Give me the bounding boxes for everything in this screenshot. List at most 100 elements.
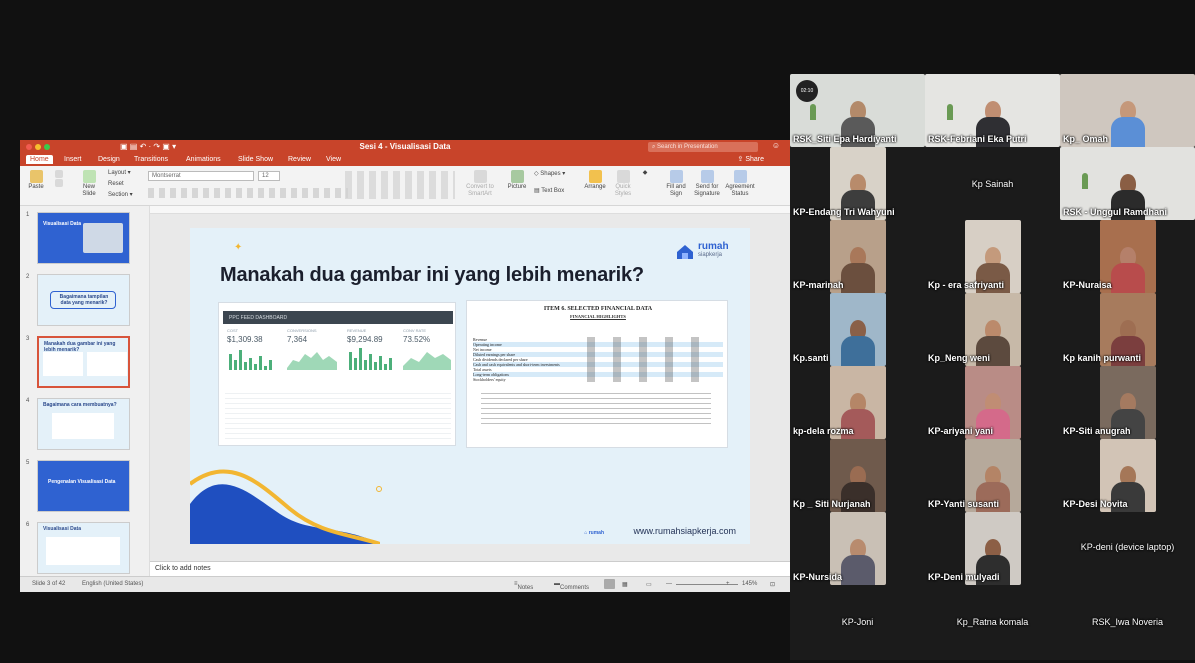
- participant-name: Kp _ Siti Nurjanah: [793, 499, 871, 509]
- zoom-level[interactable]: 145%: [742, 581, 757, 587]
- fit-to-window-icon[interactable]: ⊡: [770, 581, 775, 588]
- fill-and-sign-button[interactable]: Fill and Sign: [664, 170, 688, 198]
- participant-tile-no-video[interactable]: KP-deni (device laptop): [1060, 512, 1195, 585]
- new-slide-button[interactable]: New Slide: [78, 170, 100, 198]
- participant-tile-no-video[interactable]: Kp Sainah: [925, 147, 1060, 220]
- comments-toggle[interactable]: ▬ Comments: [554, 581, 589, 591]
- financial-title: ITEM 6. SELECTED FINANCIAL DATA: [543, 306, 653, 312]
- zoom-out-icon[interactable]: —: [666, 581, 672, 587]
- participant-tile[interactable]: KP-marinah: [790, 220, 925, 293]
- participant-tile[interactable]: kp-dela rozma: [790, 366, 925, 439]
- participant-tile-no-video[interactable]: RSK_Iwa Noveria: [1060, 585, 1195, 658]
- slide-thumbnails-pane[interactable]: 1 Visualisasi Data 2 Bagaimana tampilan …: [20, 206, 150, 576]
- share-button[interactable]: ⇪ Share: [738, 155, 765, 163]
- slide-thumbnail[interactable]: Bagaimana cara membuatnya?: [37, 398, 130, 450]
- thumb-title: Bagaimana cara membuatnya?: [43, 402, 117, 408]
- current-slide[interactable]: ✦ rumah siapkerja Manakah dua gambar ini…: [190, 228, 750, 544]
- picture-button[interactable]: Picture: [506, 170, 528, 191]
- section-button[interactable]: Section ▾: [108, 192, 133, 199]
- participant-tile[interactable]: RSK - Unggul Ramdhani: [1060, 147, 1195, 220]
- share-label: Share: [745, 156, 764, 163]
- kpi-label: CONVERSIONS: [287, 328, 317, 333]
- tab-review[interactable]: Review: [284, 155, 315, 164]
- participant-tile[interactable]: Kp - era safriyanti: [925, 220, 1060, 293]
- tab-transitions[interactable]: Transitions: [130, 155, 172, 164]
- participant-name: KP-Desi Novita: [1063, 499, 1128, 509]
- participant-tile-no-video[interactable]: Kp_Ratna komala: [925, 585, 1060, 658]
- thumb-title: Bagaimana tampilan data yang menarik?: [59, 294, 109, 306]
- financial-subtitle: FINANCIAL HIGHLIGHTS: [570, 314, 626, 319]
- participant-tile[interactable]: RSK-Febriani Eka Putri: [925, 74, 1060, 147]
- section-label: Section: [108, 192, 129, 198]
- thumb-number: 2: [26, 274, 30, 280]
- font-name-select[interactable]: Montserrat: [148, 171, 254, 181]
- participant-name: KP-Nursida: [793, 572, 843, 582]
- paragraph-buttons[interactable]: [345, 171, 455, 199]
- font-size-value: 12: [262, 173, 269, 179]
- participant-tile[interactable]: Kp_ Omah: [1060, 74, 1195, 147]
- reset-button[interactable]: Reset: [108, 181, 124, 188]
- slide-sorter-icon[interactable]: ▦: [622, 581, 628, 588]
- tab-design[interactable]: Design: [94, 155, 124, 164]
- tab-view[interactable]: View: [322, 155, 345, 164]
- participant-name: KP-Nuraisa: [1063, 280, 1112, 290]
- slide-thumbnail[interactable]: Visualisasi Data: [37, 522, 130, 574]
- language-indicator[interactable]: English (United States): [82, 581, 143, 587]
- participant-name: RSK_Iwa Noveria: [1091, 617, 1164, 627]
- kpi-label: CONV RATE: [403, 328, 427, 333]
- participant-tile[interactable]: KP-Nuraisa: [1060, 220, 1195, 293]
- layout-button[interactable]: Layout ▾: [108, 170, 131, 177]
- font-size-select[interactable]: 12: [258, 171, 280, 181]
- participant-tile[interactable]: Kp_Neng weni: [925, 293, 1060, 366]
- slide-thumbnail[interactable]: Visualisasi Data: [37, 212, 130, 264]
- participant-tile[interactable]: KP-Siti anugrah: [1060, 366, 1195, 439]
- participant-tile[interactable]: KP-Desi Novita: [1060, 439, 1195, 512]
- slide-thumbnail-selected[interactable]: Manakah dua gambar ini yang lebih menari…: [37, 336, 130, 388]
- normal-view-icon[interactable]: [604, 579, 615, 589]
- notes-toggle[interactable]: ≡ Notes: [514, 581, 533, 591]
- shapes-button[interactable]: ◇ Shapes ▾: [534, 171, 565, 178]
- participant-tile[interactable]: KP-Yanti susanti: [925, 439, 1060, 512]
- fill-color-icon[interactable]: ◆: [640, 170, 650, 177]
- kpi-bars-revenue: [349, 348, 392, 370]
- participant-name: KP-ariyani yani: [928, 426, 994, 436]
- participant-tile[interactable]: Kp kanih purwanti: [1060, 293, 1195, 366]
- search-in-presentation[interactable]: ⌕ Search in Presentation: [648, 142, 758, 152]
- agreement-status-button[interactable]: Agreement Status: [724, 170, 756, 198]
- text-box-button[interactable]: ▤ Text Box: [534, 188, 564, 195]
- participant-tile[interactable]: 02:10 RSK_Siti Epa Hardiyanti: [790, 74, 925, 147]
- text-format-buttons[interactable]: [148, 188, 348, 198]
- footer-url: www.rumahsiapkerja.com: [633, 526, 736, 536]
- agreement-icon: [733, 170, 747, 183]
- tab-home[interactable]: Home: [26, 155, 53, 164]
- notes-pane[interactable]: Click to add notes: [150, 561, 790, 576]
- reading-view-icon[interactable]: ▭: [646, 581, 652, 588]
- tab-insert[interactable]: Insert: [60, 155, 86, 164]
- pen-icon: [669, 170, 683, 183]
- participant-tile[interactable]: KP-Endang Tri Wahyuni: [790, 147, 925, 220]
- participant-tile[interactable]: KP-Deni mulyadi: [925, 512, 1060, 585]
- zoom-in-icon[interactable]: +: [726, 581, 730, 587]
- layout-label: Layout: [108, 170, 127, 176]
- participant-tile[interactable]: Kp.santi: [790, 293, 925, 366]
- arrange-button[interactable]: Arrange: [584, 170, 606, 191]
- participant-tile-no-video[interactable]: KP-Joni: [790, 585, 925, 658]
- quick-styles-button[interactable]: Quick Styles: [612, 170, 634, 198]
- participant-tile[interactable]: KP-ariyani yani: [925, 366, 1060, 439]
- paste-button[interactable]: Paste: [26, 170, 46, 191]
- footer-brand: rumah: [588, 530, 604, 536]
- slide-thumbnail[interactable]: Pengenalan Visualisasi Data: [37, 460, 130, 512]
- tab-slide-show[interactable]: Slide Show: [234, 155, 277, 164]
- convert-smartart-button[interactable]: Convert to SmartArt: [464, 170, 496, 198]
- account-icon[interactable]: ☺: [772, 141, 780, 150]
- slide-thumbnail[interactable]: Bagaimana tampilan data yang menarik?: [37, 274, 130, 326]
- tab-animations[interactable]: Animations: [182, 155, 225, 164]
- cut-copy-icons[interactable]: [54, 170, 64, 188]
- participant-tile[interactable]: KP-Nursida: [790, 512, 925, 585]
- brand-name: rumah: [698, 241, 729, 252]
- participant-tile[interactable]: Kp _ Siti Nurjanah: [790, 439, 925, 512]
- send-for-signature-button[interactable]: Send for Signature: [692, 170, 722, 198]
- status-bar: Slide 3 of 42 English (United States) ≡ …: [20, 576, 790, 592]
- brand-sub: siapkerja: [698, 252, 723, 258]
- signature-icon: [700, 170, 714, 183]
